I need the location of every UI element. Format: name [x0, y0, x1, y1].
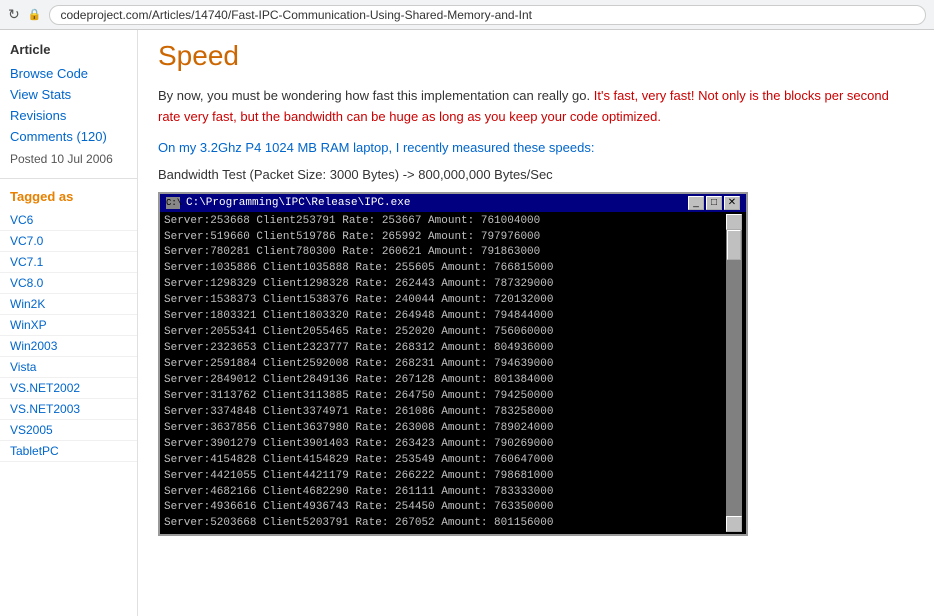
- tag-vsnet2003[interactable]: VS.NET2003: [0, 399, 137, 420]
- console-row: Server:2591884 Client2592008 Rate: 26823…: [164, 357, 726, 373]
- console-row: Server:1803321 Client1803320 Rate: 26494…: [164, 309, 726, 325]
- console-row: Server:519660 Client519786 Rate: 265992 …: [164, 230, 726, 246]
- console-window: C:\ C:\Programming\IPC\Release\IPC.exe _…: [158, 192, 748, 537]
- tag-vc71[interactable]: VC7.1: [0, 252, 137, 273]
- sidebar-divider: [0, 178, 137, 179]
- tag-vista[interactable]: Vista: [0, 357, 137, 378]
- console-row: Server:253668 Client253791 Rate: 253667 …: [164, 214, 726, 230]
- console-icon: C:\: [166, 197, 180, 209]
- tag-vc80[interactable]: VC8.0: [0, 273, 137, 294]
- tag-win2003[interactable]: Win2003: [0, 336, 137, 357]
- console-row: Server:1298329 Client1298328 Rate: 26244…: [164, 277, 726, 293]
- console-body-inner: Server:253668 Client253791 Rate: 253667 …: [164, 214, 742, 533]
- tag-tabletpc[interactable]: TabletPC: [0, 441, 137, 462]
- console-row: Server:4154828 Client4154829 Rate: 25354…: [164, 453, 726, 469]
- address-bar[interactable]: codeproject.com/Articles/14740/Fast-IPC-…: [49, 5, 926, 25]
- console-row: Server:2323653 Client2323777 Rate: 26831…: [164, 341, 726, 357]
- page-container: Article Browse Code View Stats Revisions…: [0, 30, 934, 616]
- console-row: Server:5203668 Client5203791 Rate: 26705…: [164, 516, 726, 532]
- tag-win2k[interactable]: Win2K: [0, 294, 137, 315]
- console-row: Server:3374848 Client3374971 Rate: 26108…: [164, 405, 726, 421]
- sidebar: Article Browse Code View Stats Revisions…: [0, 30, 138, 616]
- reload-icon[interactable]: ↻: [8, 6, 20, 23]
- console-row: Server:4936616 Client4936743 Rate: 25445…: [164, 500, 726, 516]
- scroll-down-arrow[interactable]: ▼: [726, 516, 742, 532]
- console-titlebar-buttons: _ □ ✕: [688, 196, 740, 210]
- main-content: Speed By now, you must be wondering how …: [138, 30, 934, 616]
- browse-code-link[interactable]: Browse Code: [0, 63, 137, 84]
- console-row: Server:4421055 Client4421179 Rate: 26622…: [164, 469, 726, 485]
- view-stats-link[interactable]: View Stats: [0, 84, 137, 105]
- browser-bar: ↻ 🔒 codeproject.com/Articles/14740/Fast-…: [0, 0, 934, 30]
- console-titlebar-left: C:\ C:\Programming\IPC\Release\IPC.exe: [166, 197, 410, 209]
- console-row: Server:2849012 Client2849136 Rate: 26712…: [164, 373, 726, 389]
- console-row: Server:1035886 Client1035888 Rate: 25560…: [164, 261, 726, 277]
- tag-vc70[interactable]: VC7.0: [0, 231, 137, 252]
- console-titlebar: C:\ C:\Programming\IPC\Release\IPC.exe _…: [160, 194, 746, 212]
- tag-winxp[interactable]: WinXP: [0, 315, 137, 336]
- console-scrollbar[interactable]: ▲ ▼: [726, 214, 742, 533]
- console-text-area: Server:253668 Client253791 Rate: 253667 …: [164, 214, 726, 533]
- posted-date: Posted 10 Jul 2006: [0, 147, 137, 172]
- console-row: Server:2055341 Client2055465 Rate: 25202…: [164, 325, 726, 341]
- scroll-up-arrow[interactable]: ▲: [726, 214, 742, 230]
- console-row: Server:3113762 Client3113885 Rate: 26475…: [164, 389, 726, 405]
- console-row: Server:3637856 Client3637980 Rate: 26300…: [164, 421, 726, 437]
- console-row: Server:3901279 Client3901403 Rate: 26342…: [164, 437, 726, 453]
- maximize-button[interactable]: □: [706, 196, 722, 210]
- console-body: Server:253668 Client253791 Rate: 253667 …: [160, 212, 746, 535]
- minimize-button[interactable]: _: [688, 196, 704, 210]
- console-row: Server:4682166 Client4682290 Rate: 26111…: [164, 485, 726, 501]
- scrollbar-track[interactable]: [726, 230, 742, 517]
- revisions-link[interactable]: Revisions: [0, 105, 137, 126]
- intro-paragraph: By now, you must be wondering how fast t…: [158, 86, 914, 128]
- tagged-as-title: Tagged as: [0, 185, 137, 210]
- close-button[interactable]: ✕: [724, 196, 740, 210]
- tag-vc6[interactable]: VC6: [0, 210, 137, 231]
- console-row: Server:1538373 Client1538376 Rate: 24004…: [164, 293, 726, 309]
- console-title-text: C:\Programming\IPC\Release\IPC.exe: [186, 197, 410, 209]
- intro-highlight: It's fast, very fast! Not only is the bl…: [158, 88, 889, 124]
- comments-link[interactable]: Comments (120): [0, 126, 137, 147]
- bandwidth-text: Bandwidth Test (Packet Size: 3000 Bytes)…: [158, 167, 914, 182]
- tag-vs2005[interactable]: VS2005: [0, 420, 137, 441]
- scrollbar-thumb[interactable]: [727, 230, 741, 260]
- page-title: Speed: [158, 40, 914, 72]
- lock-icon: 🔒: [28, 8, 42, 21]
- speed-text: On my 3.2Ghz P4 1024 MB RAM laptop, I re…: [158, 140, 914, 155]
- tag-vsnet2002[interactable]: VS.NET2002: [0, 378, 137, 399]
- article-section-title: Article: [0, 38, 137, 63]
- console-row: Server:780281 Client780300 Rate: 260621 …: [164, 245, 726, 261]
- speed-link[interactable]: On my 3.2Ghz P4 1024 MB RAM laptop, I re…: [158, 140, 594, 155]
